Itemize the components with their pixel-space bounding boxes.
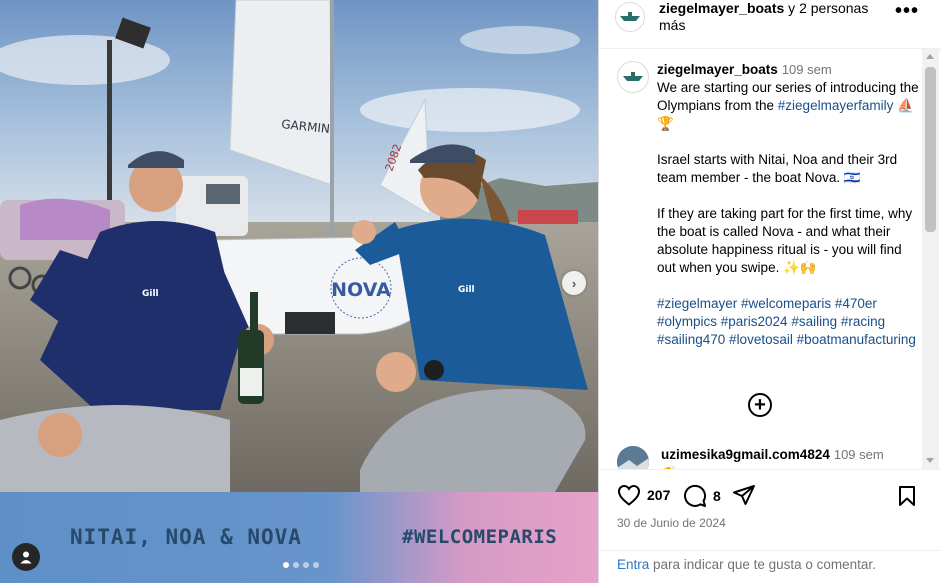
commenter-photo bbox=[617, 446, 649, 469]
boat-logo-icon bbox=[620, 12, 640, 21]
carousel-next-button[interactable]: › bbox=[562, 271, 586, 295]
more-options-button[interactable]: ••• bbox=[895, 1, 919, 28]
caption-paragraph-1: We are starting our series of introducin… bbox=[657, 79, 919, 133]
carousel-dot bbox=[283, 562, 289, 568]
post-date[interactable]: 30 de Junio de 2024 bbox=[617, 516, 726, 530]
comment-action: 8 bbox=[683, 484, 721, 508]
scroll-up-arrow-icon[interactable] bbox=[926, 54, 934, 59]
tagged-users-button[interactable] bbox=[12, 543, 40, 571]
comments-scrollbar[interactable] bbox=[922, 49, 939, 469]
bookmark-icon[interactable] bbox=[897, 485, 917, 507]
carousel-dot bbox=[303, 562, 309, 568]
caption-username[interactable]: ziegelmayer_boats bbox=[657, 62, 778, 77]
post-actions-section: 207 8 30 de Junio de 2024 Entra para ind… bbox=[599, 469, 941, 583]
caption-hashtags[interactable]: #ziegelmayer #welcomeparis #470er #olymp… bbox=[657, 295, 919, 349]
carousel-dot bbox=[293, 562, 299, 568]
caption-author-avatar[interactable] bbox=[617, 61, 649, 93]
login-prompt: Entra para indicar que te gusta o coment… bbox=[599, 550, 941, 572]
scrollbar-thumb[interactable] bbox=[925, 67, 936, 232]
plus-circle-icon: + bbox=[754, 394, 766, 416]
caption-paragraph-2: Israel starts with Nitai, Noa and their … bbox=[657, 152, 898, 185]
login-prompt-text: para indicar que te gusta o comentar. bbox=[649, 557, 876, 572]
commenter-username[interactable]: uzimesika9gmail.com4824 bbox=[661, 447, 830, 462]
login-link[interactable]: Entra bbox=[617, 557, 649, 572]
comments-count[interactable]: 8 bbox=[713, 488, 721, 504]
comment-icon[interactable] bbox=[683, 484, 707, 508]
boat-logo-icon bbox=[623, 72, 643, 81]
comment-item: uzimesika9gmail.com4824109 sem 👏 bbox=[661, 446, 921, 469]
hashtag-link[interactable]: #ziegelmayerfamily bbox=[778, 98, 894, 113]
heart-icon[interactable] bbox=[617, 484, 641, 506]
chevron-right-icon: › bbox=[571, 275, 577, 291]
likes-count[interactable]: 207 bbox=[647, 487, 670, 503]
send-icon[interactable] bbox=[732, 484, 756, 506]
banner-names-text: NITAI, NOA & NOVA bbox=[70, 525, 302, 549]
post-media[interactable]: GARMIN 2082 NOVA Gill Gill NITAI, NOA & … bbox=[0, 0, 598, 583]
post-header-title[interactable]: ziegelmayer_boats y 2 personas más bbox=[659, 0, 889, 34]
post-header: ziegelmayer_boats y 2 personas más ••• bbox=[599, 0, 941, 49]
scroll-down-arrow-icon[interactable] bbox=[926, 458, 934, 463]
carousel-indicator bbox=[283, 562, 319, 568]
instagram-post-view: GARMIN 2082 NOVA Gill Gill NITAI, NOA & … bbox=[0, 0, 941, 583]
carousel-dot bbox=[313, 562, 319, 568]
share-action bbox=[732, 484, 756, 506]
author-username[interactable]: ziegelmayer_boats bbox=[659, 0, 784, 16]
more-horizontal-icon: ••• bbox=[895, 0, 920, 22]
post-caption: ziegelmayer_boats 109 sem We are starting… bbox=[657, 61, 919, 349]
commenter-avatar[interactable] bbox=[617, 446, 649, 469]
comments-list[interactable]: ziegelmayer_boats 109 sem We are starting… bbox=[599, 49, 922, 469]
comment-time[interactable]: 109 sem bbox=[834, 447, 884, 462]
shirt-logo-right: Gill bbox=[458, 285, 475, 295]
caption-time[interactable]: 109 sem bbox=[782, 62, 832, 77]
author-avatar[interactable] bbox=[615, 2, 645, 32]
person-icon bbox=[20, 551, 32, 564]
boat-name-logo: NOVA bbox=[331, 279, 391, 301]
caption-paragraph-3: If they are taking part for the first ti… bbox=[657, 206, 913, 275]
like-action: 207 bbox=[617, 484, 670, 506]
banner-hashtag-text: #WELCOMEPARIS bbox=[402, 526, 558, 548]
post-photo: GARMIN 2082 NOVA Gill Gill bbox=[0, 0, 598, 492]
shirt-logo-left: Gill bbox=[142, 289, 159, 299]
post-side-panel: ziegelmayer_boats y 2 personas más ••• z… bbox=[598, 0, 941, 583]
load-more-comments-button[interactable]: + bbox=[748, 393, 772, 417]
